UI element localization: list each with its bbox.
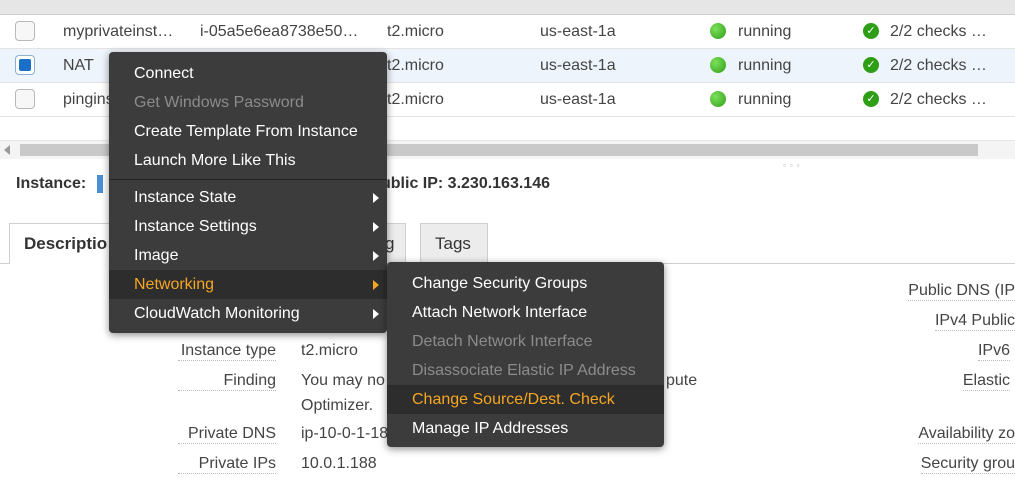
detail-value-finding-line2: Optimizer.: [301, 397, 374, 414]
menu-item-cloudwatch[interactable]: CloudWatch Monitoring: [109, 299, 387, 328]
availability-zone: us-east-1a: [540, 91, 616, 108]
submenu-arrow-icon: [373, 193, 379, 203]
row-checkbox[interactable]: [15, 55, 35, 75]
detail-label-finding: Finding: [178, 372, 276, 391]
menu-item-label: Image: [134, 247, 179, 264]
instance-id-highlight: [97, 175, 103, 193]
menu-item-change-source-dest-check[interactable]: Change Source/Dest. Check: [387, 385, 664, 414]
instance-type: t2.micro: [387, 91, 444, 108]
table-row[interactable]: myprivateinst… i-05a5e6ea8738e50… t2.mic…: [0, 15, 1015, 49]
status-checks: 2/2 checks …: [890, 23, 987, 40]
submenu-arrow-icon: [373, 309, 379, 319]
instance-type: t2.micro: [387, 57, 444, 74]
instance-name: myprivateinst…: [63, 23, 174, 40]
running-status-icon: [710, 91, 726, 107]
menu-item-change-security-groups[interactable]: Change Security Groups: [387, 269, 664, 298]
menu-item-label: Networking: [134, 276, 215, 293]
checks-passed-icon: ✓: [863, 23, 879, 39]
instance-id: i-05a5e6ea8738e50…: [200, 23, 359, 40]
checks-passed-icon: ✓: [863, 91, 879, 107]
detail-value-private-dns: ip-10-0-1-18: [301, 425, 387, 442]
instance-name: NAT: [63, 57, 94, 74]
menu-item-disassociate-elastic-ip: Disassociate Elastic IP Address: [412, 362, 636, 379]
row-checkbox[interactable]: [15, 89, 35, 109]
menu-item-label: Instance Settings: [134, 218, 257, 235]
instance-state: running: [738, 91, 792, 108]
instance-state: running: [738, 57, 792, 74]
menu-item-instance-state[interactable]: Instance State: [109, 183, 387, 212]
menu-item-launch-more[interactable]: Launch More Like This: [109, 146, 387, 175]
detail-label-elastic: Elastic: [962, 372, 1010, 391]
detail-label-instance-type: Instance type: [178, 342, 276, 361]
detail-label-availability-zone: Availability zo: [918, 425, 1015, 444]
detail-label-security-groups: Security grou: [920, 455, 1015, 474]
status-checks: 2/2 checks …: [890, 57, 987, 74]
submenu-arrow-icon: [373, 222, 379, 232]
menu-item-image[interactable]: Image: [109, 241, 387, 270]
availability-zone: us-east-1a: [540, 23, 616, 40]
menu-item-create-template[interactable]: Create Template From Instance: [109, 117, 387, 146]
instance-actions-context-menu: Connect Get Windows Password Create Temp…: [109, 52, 387, 333]
tab-description[interactable]: Descriptio: [9, 223, 119, 264]
running-status-icon: [710, 57, 726, 73]
checks-passed-icon: ✓: [863, 57, 879, 73]
tab-tags[interactable]: Tags: [420, 223, 488, 263]
menu-item-manage-ip-addresses[interactable]: Manage IP Addresses: [387, 414, 664, 443]
menu-item-label: Instance State: [134, 189, 237, 206]
detail-value-private-ips: 10.0.1.188: [301, 455, 377, 472]
instance-name: pingins: [63, 91, 113, 108]
menu-item-networking[interactable]: Networking: [109, 270, 387, 299]
menu-item-label: CloudWatch Monitoring: [134, 305, 300, 322]
table-header-strip: [0, 0, 1015, 15]
resize-grip-icon[interactable]: ▫▫▫: [783, 162, 817, 170]
detail-value-finding-tail: pute: [666, 372, 698, 389]
instance-type: t2.micro: [387, 23, 444, 40]
detail-label-ipv4-public: IPv4 Public: [934, 312, 1015, 331]
menu-item-instance-settings[interactable]: Instance Settings: [109, 212, 387, 241]
menu-item-connect[interactable]: Connect: [109, 59, 387, 88]
running-status-icon: [710, 23, 726, 39]
instance-state: running: [738, 23, 792, 40]
detail-label-ipv6: IPv6: [977, 342, 1010, 361]
networking-submenu: Change Security Groups Attach Network In…: [387, 262, 664, 447]
instance-label: Instance:: [16, 175, 87, 192]
submenu-arrow-icon: [373, 251, 379, 261]
menu-item-attach-network-interface[interactable]: Attach Network Interface: [387, 298, 664, 327]
detail-label-private-ips: Private IPs: [178, 455, 276, 474]
availability-zone: us-east-1a: [540, 57, 616, 74]
submenu-arrow-icon: [373, 280, 379, 290]
menu-item-detach-network-interface: Detach Network Interface: [412, 333, 593, 350]
detail-value-instance-type: t2.micro: [301, 342, 358, 359]
detail-label-private-dns: Private DNS: [178, 425, 276, 444]
public-ip-label: ublic IP: 3.230.163.146: [381, 175, 550, 192]
menu-separator: [109, 179, 387, 180]
menu-item-get-windows-password: Get Windows Password: [134, 94, 304, 111]
row-checkbox[interactable]: [15, 21, 35, 41]
detail-label-public-dns: Public DNS (IP: [908, 282, 1015, 301]
scroll-left-arrow-icon[interactable]: [4, 145, 10, 155]
detail-value-finding: You may no: [301, 372, 385, 389]
status-checks: 2/2 checks …: [890, 91, 987, 108]
